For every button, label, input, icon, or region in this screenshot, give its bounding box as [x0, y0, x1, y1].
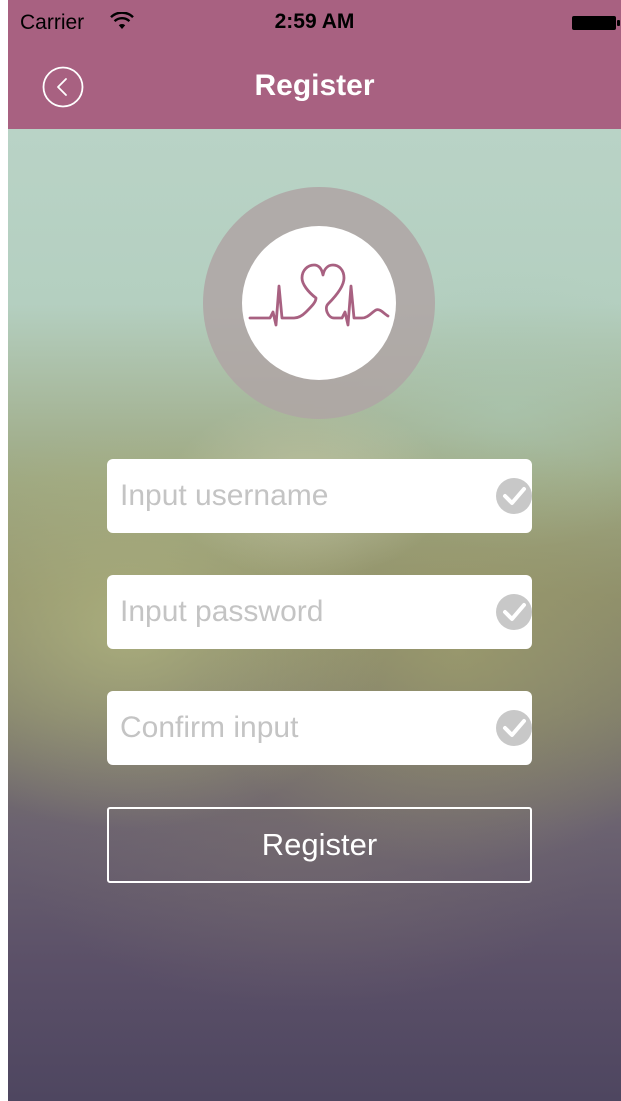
- heartbeat-heart-icon: [248, 263, 390, 327]
- password-input[interactable]: [120, 575, 480, 649]
- register-button[interactable]: Register: [107, 807, 532, 883]
- confirm-password-input[interactable]: [120, 691, 480, 765]
- battery-icon: [572, 16, 620, 30]
- checkmark-circle-icon: [496, 710, 532, 746]
- username-input[interactable]: [120, 459, 480, 533]
- checkmark-circle-icon: [496, 478, 532, 514]
- page-title: Register: [254, 69, 375, 102]
- confirm-password-field[interactable]: [107, 691, 532, 765]
- header: Carrier 2:59 AM Register: [8, 0, 621, 129]
- register-screen: Carrier 2:59 AM Register Input username …: [8, 0, 621, 1101]
- status-bar: Carrier 2:59 AM: [8, 0, 621, 40]
- status-time: 2:59 AM: [274, 10, 355, 33]
- username-field[interactable]: [107, 459, 532, 533]
- password-field[interactable]: [107, 575, 532, 649]
- checkmark-circle-icon: [496, 594, 532, 630]
- navigation-bar: Register: [8, 40, 621, 129]
